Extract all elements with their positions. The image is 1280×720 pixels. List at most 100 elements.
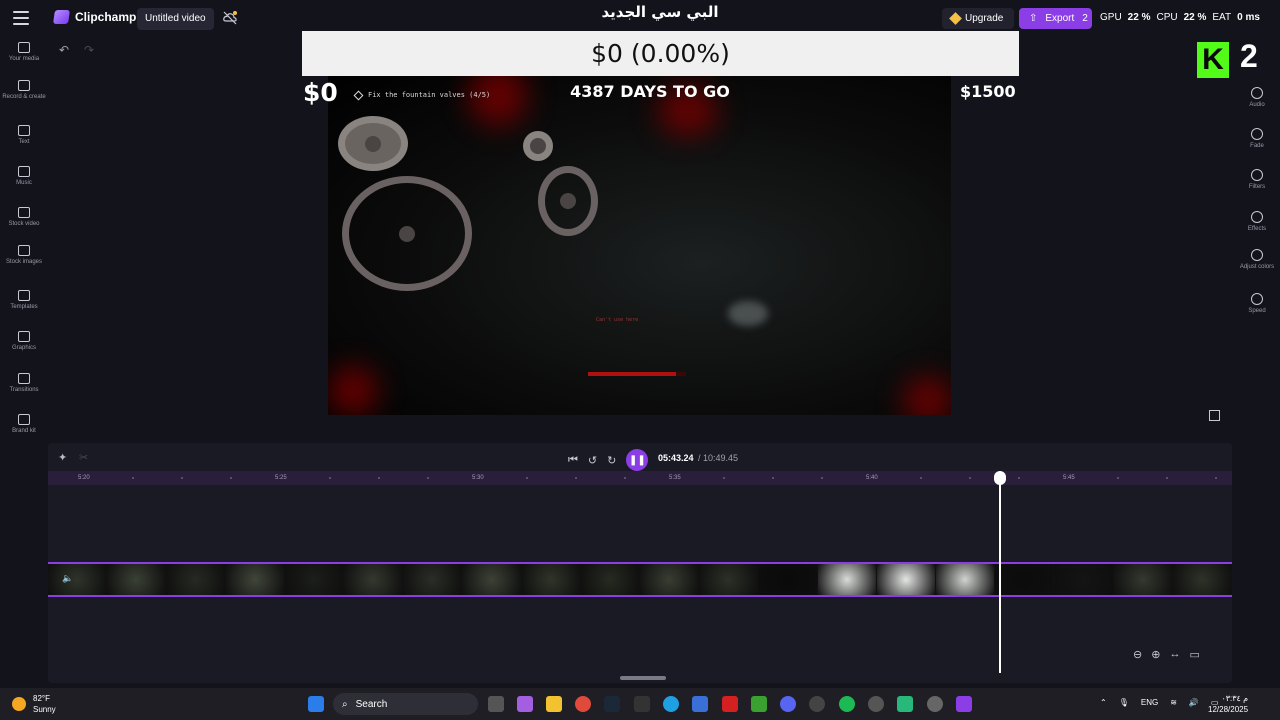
transition-icon — [18, 373, 30, 384]
clip-thumbnail — [225, 564, 285, 595]
zoom-out-icon[interactable]: ⊖ — [1133, 648, 1142, 661]
rewind-5-icon[interactable]: ↺ — [588, 454, 597, 467]
valve-wheel — [538, 166, 598, 236]
volume-icon[interactable]: 🔊 — [1189, 698, 1199, 707]
sidebar-item-stock-video[interactable]: Stock video — [0, 207, 48, 227]
ruler-tick-label: 5:25 — [275, 475, 287, 481]
sidebar-item-brand-kit[interactable]: Brand kit — [0, 414, 48, 434]
valve-wheel — [342, 176, 472, 291]
redo-icon: ↷ — [84, 43, 95, 57]
ruler-tick — [723, 477, 725, 479]
expand-timeline-icon[interactable]: ▭ — [1189, 648, 1199, 661]
fit-to-width-icon[interactable]: ↔ — [1169, 648, 1180, 661]
microphone-icon[interactable]: 🎙 — [1119, 698, 1129, 707]
magic-sparkle-icon[interactable]: ✦ — [58, 451, 67, 464]
app-icon[interactable] — [897, 696, 913, 712]
property-speed[interactable]: Speed — [1234, 293, 1280, 314]
windows-start-icon[interactable] — [308, 696, 324, 712]
ruler-tick-label: 5:45 — [1063, 475, 1075, 481]
wifi-icon[interactable]: ≋ — [1170, 698, 1177, 707]
clip-thumbnail — [1054, 564, 1114, 595]
clip-thumbnail — [107, 564, 167, 595]
sun-icon[interactable] — [12, 697, 26, 711]
sidebar-item-your-media[interactable]: Your media — [0, 42, 48, 62]
wand-icon — [1251, 211, 1263, 223]
zoom-in-icon[interactable]: ⊕ — [1151, 648, 1160, 661]
ruler-tick — [1166, 477, 1168, 479]
video-preview[interactable] — [328, 76, 951, 415]
sidebar-item-templates[interactable]: Templates — [0, 290, 48, 310]
obs-icon[interactable] — [809, 696, 825, 712]
clip-thumbnail — [580, 564, 641, 595]
search-icon: ⌕ — [342, 698, 348, 710]
property-adjust-colors[interactable]: Adjust colors — [1234, 249, 1280, 270]
play-pause-button[interactable]: ❚❚ — [626, 449, 649, 471]
video-track-clip[interactable] — [48, 562, 1232, 597]
ruler-tick — [1215, 477, 1217, 479]
project-title-input[interactable]: Untitled video — [137, 8, 214, 30]
clipchamp-app: Clipchamp Untitled video البي سي الجديد … — [0, 0, 1280, 688]
track-audio-icon[interactable]: 🔈 — [62, 573, 73, 584]
speaker-icon — [1251, 87, 1263, 99]
sidebar-item-text[interactable]: Text — [0, 125, 48, 145]
chevron-up-icon[interactable]: ⌃ — [1100, 698, 1107, 707]
store-icon[interactable] — [692, 696, 708, 712]
property-fade[interactable]: Fade — [1234, 128, 1280, 149]
sidebar-item-music[interactable]: Music — [0, 166, 48, 186]
red-light — [468, 76, 528, 126]
xbox-icon[interactable] — [751, 696, 767, 712]
taskbar-search-input[interactable]: ⌕ Search — [333, 693, 478, 715]
menu-icon[interactable] — [13, 11, 29, 25]
discord-icon[interactable] — [780, 696, 796, 712]
property-filters[interactable]: Filters — [1234, 169, 1280, 190]
clip-thumbnail — [876, 564, 937, 595]
filter-icon — [1251, 169, 1263, 181]
undo-icon[interactable]: ↶ — [59, 43, 69, 57]
steam-icon[interactable] — [604, 696, 620, 712]
clip-thumbnail — [640, 564, 700, 595]
file-explorer-icon[interactable] — [546, 696, 562, 712]
skip-back-icon[interactable]: ⏮ — [568, 454, 578, 467]
property-audio[interactable]: Audio — [1234, 87, 1280, 108]
health-fill — [588, 372, 677, 376]
media-player-icon[interactable] — [927, 696, 943, 712]
export-label: Export — [1045, 13, 1075, 24]
export-button[interactable]: ⇧ Export 2 — [1019, 8, 1092, 29]
edge-icon[interactable] — [663, 696, 679, 712]
weather-condition[interactable]: Sunny — [33, 705, 56, 714]
playhead-line[interactable] — [999, 476, 1001, 673]
chatgpt-icon[interactable] — [868, 696, 884, 712]
sidebar-item-stock-images[interactable]: Stock images — [0, 245, 48, 265]
performance-stats: GPU 22 % CPU 22 % EAT 0 ms — [1100, 12, 1260, 23]
weather-temperature[interactable]: 82°F — [33, 694, 50, 703]
fullscreen-icon[interactable] — [1209, 410, 1220, 421]
timeline-horizontal-scrollbar[interactable] — [620, 676, 666, 680]
copilot-icon[interactable] — [517, 696, 533, 712]
clip-thumbnail — [995, 564, 1055, 595]
sidebar-item-record[interactable]: Record & create — [0, 80, 48, 100]
camera-icon — [18, 80, 30, 91]
fade-icon — [1251, 128, 1263, 140]
ruler-tick — [230, 477, 232, 479]
timeline-ruler[interactable]: 5:20 5:25 5:30 5:35 5:40 5:45 — [48, 471, 1232, 485]
cloud-sync-off-icon[interactable] — [222, 10, 238, 26]
epic-games-icon[interactable] — [634, 696, 650, 712]
language-indicator[interactable]: ENG — [1141, 698, 1158, 707]
property-effects[interactable]: Effects — [1234, 211, 1280, 232]
clip-thumbnail — [1113, 564, 1173, 595]
chrome-icon[interactable] — [575, 696, 591, 712]
image-icon — [18, 245, 30, 256]
upgrade-button[interactable]: Upgrade — [942, 8, 1014, 29]
spotify-icon[interactable] — [839, 696, 855, 712]
sidebar-item-transitions[interactable]: Transitions — [0, 373, 48, 393]
forward-5-icon[interactable]: ↻ — [607, 454, 616, 467]
ruler-tick — [181, 477, 183, 479]
ruler-tick — [1117, 477, 1119, 479]
eat-value: 0 ms — [1237, 12, 1260, 23]
launcher-icon[interactable] — [722, 696, 738, 712]
taskbar-clock[interactable]: م ٠٣:٣٤ 12/28/2025 — [1208, 693, 1248, 715]
clip-thumbnail — [48, 564, 108, 595]
task-view-icon[interactable] — [488, 696, 504, 712]
sidebar-item-graphics[interactable]: Graphics — [0, 331, 48, 351]
clipchamp-taskbar-icon[interactable] — [956, 696, 972, 712]
